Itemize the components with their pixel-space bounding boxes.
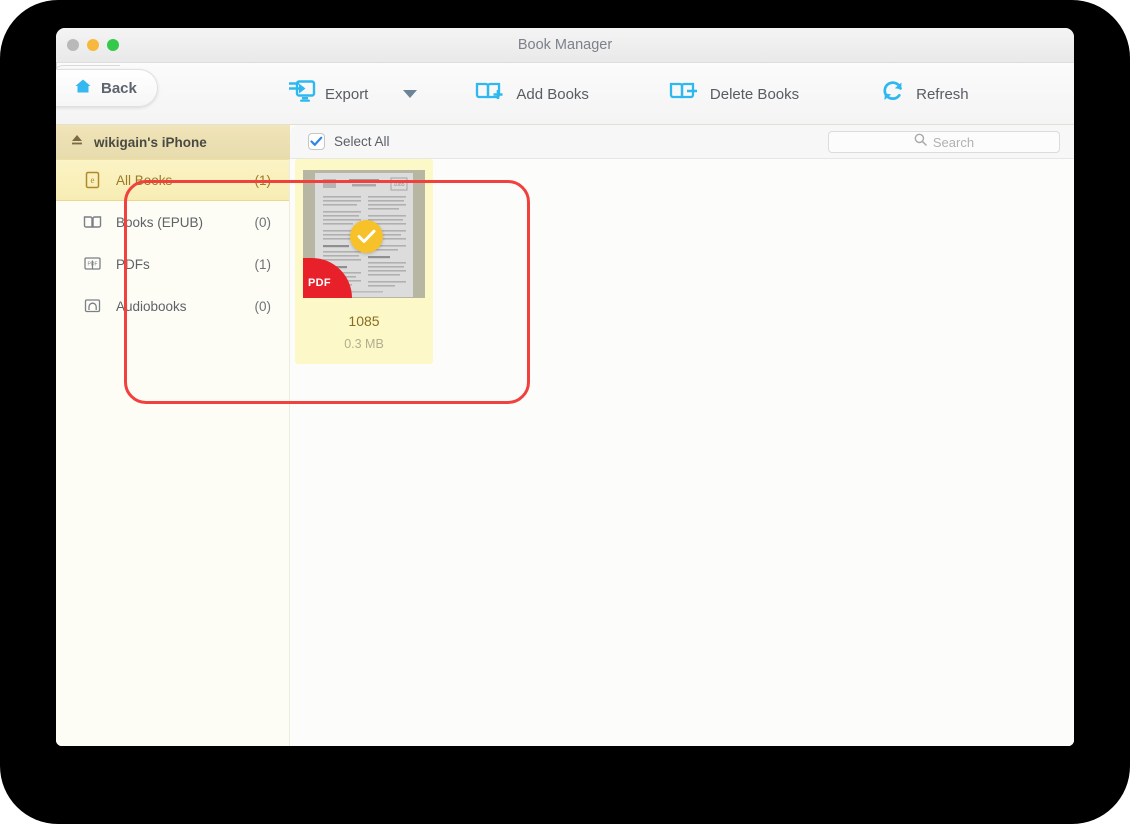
- main-body: wikigain's iPhone Select All Search e Al…: [56, 125, 1074, 746]
- sidebar-item-count: (0): [254, 214, 272, 230]
- refresh-icon: [879, 79, 907, 109]
- home-icon: [74, 78, 92, 99]
- audiobook-icon: [82, 297, 102, 315]
- device-header[interactable]: wikigain's iPhone: [56, 125, 290, 159]
- sidebar-item-count: (1): [254, 256, 272, 272]
- svg-text:1085: 1085: [393, 182, 404, 188]
- select-all-label: Select All: [334, 134, 390, 149]
- export-to-computer-icon: [288, 79, 316, 109]
- book-card[interactable]: 1085 PDF 1085 0.3 MB: [295, 159, 433, 364]
- pdf-book-icon: PDF: [82, 255, 102, 273]
- refresh-button[interactable]: Refresh: [879, 63, 969, 125]
- svg-text:PDF: PDF: [87, 262, 97, 268]
- sidebar-item-count: (0): [254, 298, 272, 314]
- sidebar: e All Books (1) Books (EPUB) (0) PDF PDF…: [56, 159, 290, 746]
- search-icon: [914, 133, 927, 151]
- books-grid: 1085 PDF 1085 0.3 MB: [290, 159, 1074, 746]
- export-button[interactable]: Export: [288, 63, 368, 125]
- book-size: 0.3 MB: [344, 337, 384, 351]
- book-thumbnail: 1085 PDF: [303, 170, 425, 298]
- book-plus-icon: [475, 79, 507, 109]
- device-name: wikigain's iPhone: [94, 134, 207, 150]
- sidebar-item-label: All Books: [116, 172, 173, 188]
- book-title: 1085: [348, 313, 380, 329]
- title-bar: Book Manager: [56, 28, 1074, 63]
- check-circle-icon[interactable]: [350, 220, 383, 253]
- search-placeholder: Search: [932, 134, 975, 150]
- pdf-badge-label: PDF: [308, 277, 331, 289]
- select-all-checkbox[interactable]: [308, 133, 325, 150]
- add-books-label: Add Books: [516, 85, 589, 103]
- open-book-icon: [82, 213, 102, 231]
- eject-icon[interactable]: [70, 133, 84, 151]
- toolbar: Back Export Add Books Delete Books Refre…: [56, 62, 1074, 125]
- back-label: Back: [101, 79, 137, 97]
- toolbar-actions: Export Add Books Delete Books Refresh: [288, 63, 969, 125]
- sidebar-item-books-epub[interactable]: Books (EPUB) (0): [56, 201, 289, 243]
- ebook-icon: e: [82, 171, 102, 189]
- window-title: Book Manager: [517, 37, 613, 53]
- delete-books-label: Delete Books: [709, 85, 800, 103]
- sidebar-item-label: Audiobooks: [116, 298, 187, 314]
- sidebar-item-count: (1): [254, 172, 272, 188]
- sidebar-item-all-books[interactable]: e All Books (1): [56, 159, 289, 201]
- sidebar-item-audiobooks[interactable]: Audiobooks (0): [56, 285, 289, 327]
- sidebar-item-pdfs[interactable]: PDF PDFs (1): [56, 243, 289, 285]
- export-label: Export: [325, 85, 369, 103]
- sidebar-item-label: PDFs: [116, 256, 150, 272]
- export-dropdown-caret-icon[interactable]: [403, 90, 418, 98]
- svg-text:e: e: [90, 175, 94, 185]
- book-minus-icon: [669, 79, 701, 109]
- page-root: Book Manager Back Export Add Books Delet…: [0, 0, 1130, 824]
- back-button[interactable]: Back: [56, 69, 158, 107]
- select-all-bar: Select All Search: [290, 125, 1074, 159]
- sidebar-item-label: Books (EPUB): [116, 214, 204, 230]
- app-window: Book Manager Back Export Add Books Delet…: [56, 28, 1074, 746]
- search-input[interactable]: Search: [828, 131, 1060, 153]
- delete-books-button[interactable]: Delete Books: [669, 63, 799, 125]
- add-books-button[interactable]: Add Books: [475, 63, 589, 125]
- refresh-label: Refresh: [916, 85, 969, 103]
